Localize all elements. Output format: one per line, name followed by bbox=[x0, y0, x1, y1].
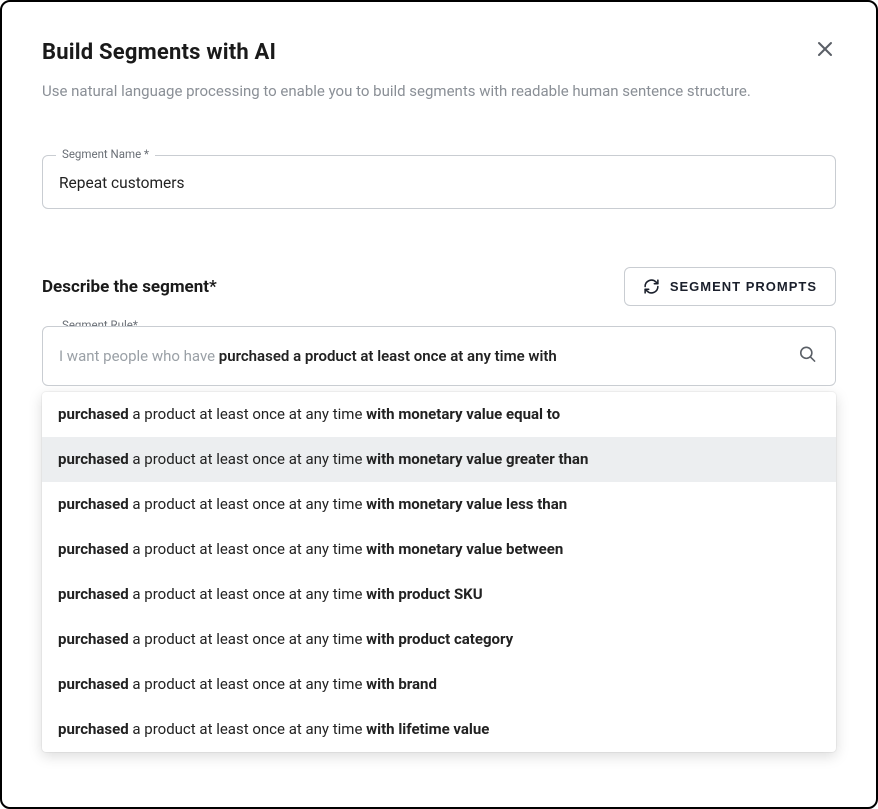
suggestions-dropdown: purchased a product at least once at any… bbox=[42, 392, 836, 752]
build-segments-modal: Build Segments with AI Use natural langu… bbox=[0, 0, 878, 809]
suggestion-option[interactable]: purchased a product at least once at any… bbox=[42, 527, 836, 572]
segment-name-label: Segment Name * bbox=[56, 147, 155, 161]
segment-name-input[interactable] bbox=[42, 155, 836, 209]
suggestion-option[interactable]: purchased a product at least once at any… bbox=[42, 662, 836, 707]
segment-prompts-button[interactable]: SEGMENT PROMPTS bbox=[624, 267, 836, 306]
suggestion-option[interactable]: purchased a product at least once at any… bbox=[42, 707, 836, 752]
segment-rule-field: Segment Rule* I want people who have pur… bbox=[42, 326, 836, 752]
suggestion-option[interactable]: purchased a product at least once at any… bbox=[42, 437, 836, 482]
describe-section-header: Describe the segment* SEGMENT PROMPTS bbox=[42, 267, 836, 306]
segment-name-field: Segment Name * bbox=[42, 155, 836, 209]
modal-subtitle: Use natural language processing to enabl… bbox=[42, 79, 822, 103]
close-button[interactable] bbox=[814, 38, 836, 60]
segment-prompts-label: SEGMENT PROMPTS bbox=[670, 279, 817, 294]
suggestion-option[interactable]: purchased a product at least once at any… bbox=[42, 392, 836, 437]
rule-query-text: purchased a product at least once at any… bbox=[219, 347, 557, 365]
suggestion-option[interactable]: purchased a product at least once at any… bbox=[42, 617, 836, 662]
describe-heading: Describe the segment* bbox=[42, 277, 217, 297]
refresh-icon bbox=[643, 278, 660, 295]
close-icon bbox=[816, 40, 834, 58]
rule-prefix-text: I want people who have bbox=[59, 347, 219, 365]
modal-header: Build Segments with AI bbox=[42, 40, 836, 65]
suggestion-option[interactable]: purchased a product at least once at any… bbox=[42, 572, 836, 617]
search-icon[interactable] bbox=[798, 345, 817, 368]
segment-rule-input[interactable]: I want people who have purchased a produ… bbox=[42, 326, 836, 386]
modal-title: Build Segments with AI bbox=[42, 40, 276, 65]
suggestion-option[interactable]: purchased a product at least once at any… bbox=[42, 482, 836, 527]
